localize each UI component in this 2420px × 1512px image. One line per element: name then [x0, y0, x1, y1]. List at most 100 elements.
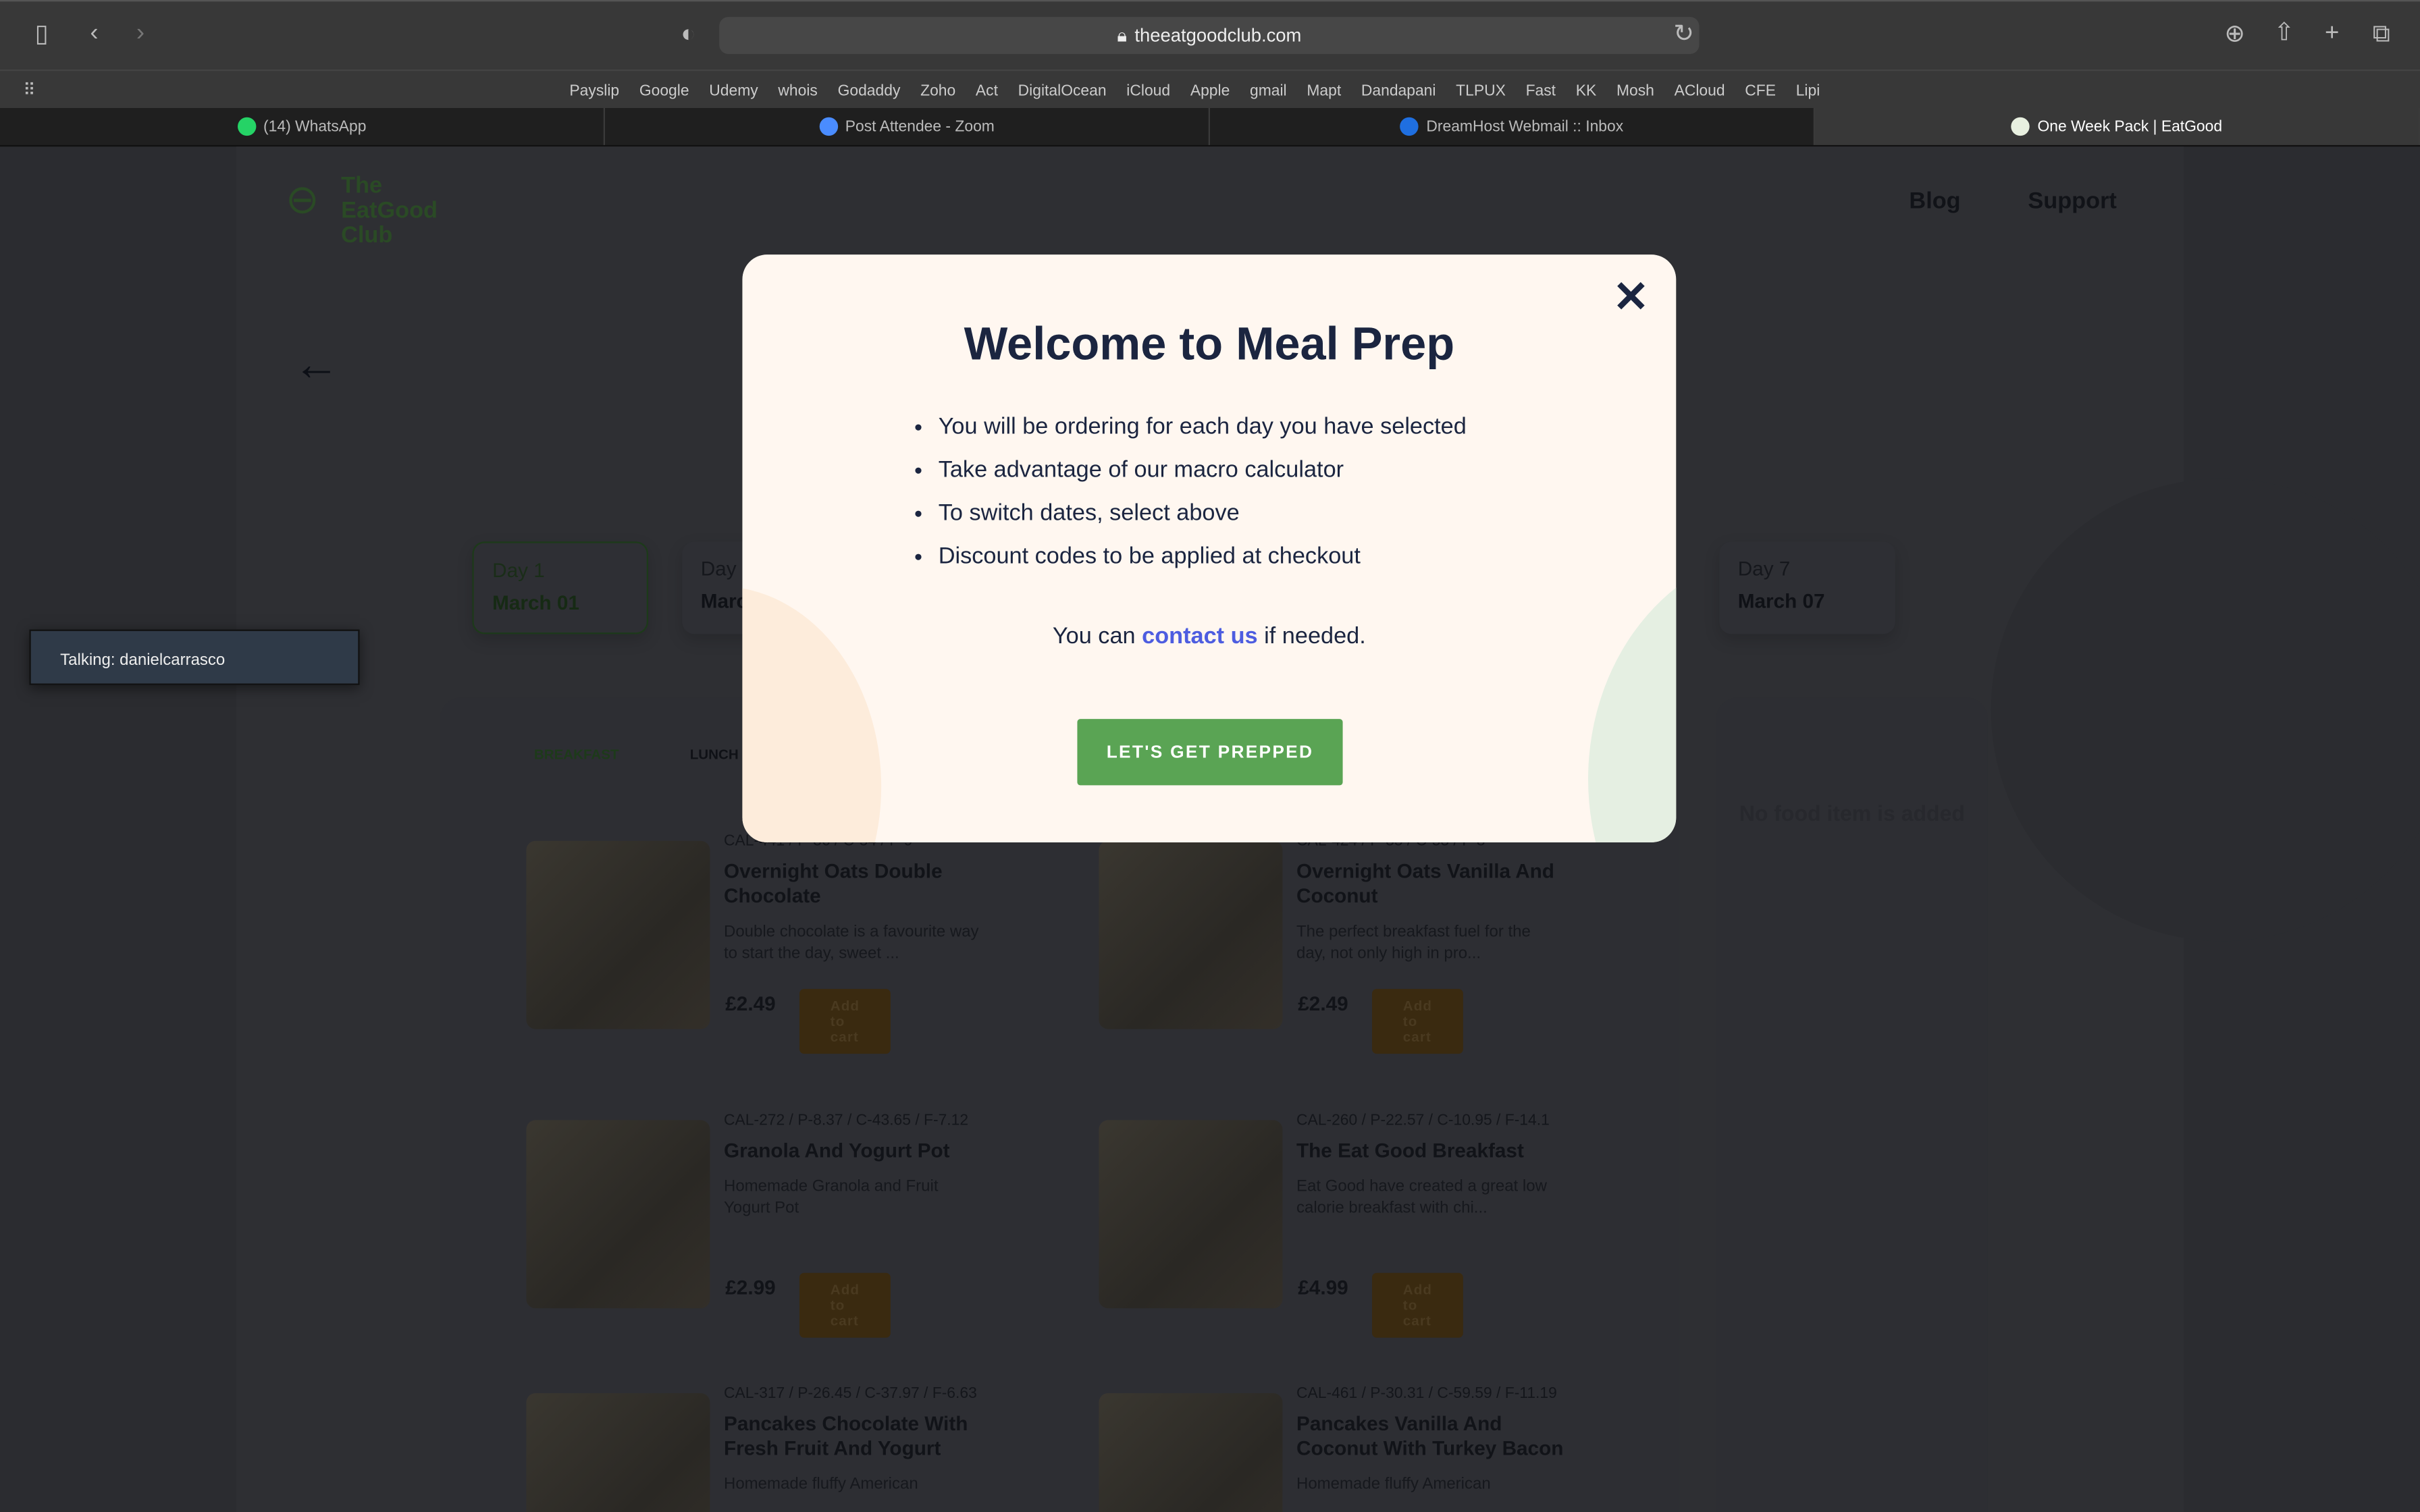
sidebar-toggle-icon[interactable]: ▯ [26, 22, 57, 48]
product-info: CAL-260 / P-22.57 / C-10.95 / F-14.1 The… [1296, 1112, 1605, 1219]
contact-us-link[interactable]: contact us [1142, 623, 1257, 649]
day-card-7[interactable]: Day 7 March 07 [1719, 541, 1895, 634]
product-image[interactable] [1099, 1393, 1283, 1512]
product-description: Homemade fluffy American [723, 1475, 918, 1494]
nav-blog[interactable]: Blog [1909, 188, 1960, 215]
browser-tab[interactable]: Post Attendee - Zoom [605, 107, 1210, 145]
privacy-shield-icon[interactable]: ◐ [673, 22, 704, 48]
product-image[interactable] [1099, 1120, 1283, 1309]
bookmarks-bar: ⠿ Payslip Google Udemy whois Godaddy Zoho Act D… [0, 69, 2420, 108]
modal-title: Welcome to Meal Prep [964, 319, 1455, 371]
product-info: CAL-272 / P-8.37 / C-43.65 / F-7.12 Gran… [724, 1112, 1032, 1219]
back-arrow-icon[interactable]: ← [293, 342, 340, 389]
product-price: £4.99 [1298, 1276, 1348, 1299]
product-name[interactable]: Pancakes Vanilla And Coconut With Turkey… [1296, 1411, 1574, 1461]
contact-note: You can contact us if needed. [742, 623, 1676, 649]
bullet-item: You will be ordering for each day you ha… [939, 414, 1467, 457]
bookmark-item[interactable]: Udemy [709, 83, 758, 100]
bookmark-item[interactable]: Google [639, 83, 689, 100]
product-name[interactable]: Pancakes Chocolate With Fresh Fruit And … [724, 1411, 1001, 1461]
downloads-icon[interactable]: ⊕ [2219, 22, 2251, 48]
bookmark-item[interactable]: CFE [1745, 83, 1776, 100]
product-name[interactable]: The Eat Good Breakfast [1296, 1139, 1574, 1164]
product-name[interactable]: Overnight Oats Vanilla And Coconut [1296, 859, 1574, 909]
favicon-icon [237, 117, 256, 136]
product-description: Homemade Granola and Fruit Yogurt Pot [723, 1177, 939, 1218]
bookmark-item[interactable]: Mapt [1307, 83, 1341, 100]
bookmark-item[interactable]: DigitalOcean [1018, 83, 1107, 100]
bookmark-item[interactable]: iCloud [1126, 83, 1170, 100]
add-to-cart-button[interactable]: Add to cart [799, 989, 891, 1054]
day-date: March 01 [492, 591, 579, 614]
bookmark-item[interactable]: gmail [1250, 83, 1287, 100]
welcome-modal: ✕ Welcome to Meal Prep You will be order… [742, 254, 1677, 842]
nav-support[interactable]: Support [2028, 188, 2116, 215]
bookmark-item[interactable]: Zoho [920, 83, 955, 100]
cart-panel: No food item is added [1716, 697, 1988, 1512]
apps-grid-icon[interactable]: ⠿ [14, 79, 45, 104]
tab-label: (14) WhatsApp [263, 117, 367, 135]
bullet-item: Take advantage of our macro calculator [939, 457, 1467, 500]
get-prepped-button[interactable]: LET'S GET PREPPED [1077, 719, 1343, 786]
add-to-cart-button[interactable]: Add to cart [1371, 1272, 1463, 1338]
forward-icon[interactable]: › [125, 21, 156, 47]
bookmark-item[interactable]: Apple [1190, 83, 1230, 100]
tab-overview-icon[interactable]: ⧉ [2366, 22, 2397, 48]
close-icon[interactable]: ✕ [1613, 275, 1650, 319]
bookmark-item[interactable]: ACloud [1675, 83, 1725, 100]
product-info: CAL-461 / P-30.31 / C-59.59 / F-11.19 Pa… [1296, 1386, 1605, 1495]
add-to-cart-button[interactable]: Add to cart [799, 1272, 891, 1338]
product-name[interactable]: Overnight Oats Double Chocolate [724, 859, 1001, 909]
bookmark-item[interactable]: KK [1576, 83, 1597, 100]
tab-bar: (14) WhatsApp Post Attendee - Zoom DreamHo… [0, 107, 2420, 147]
bookmark-item[interactable]: TLPUX [1456, 83, 1506, 100]
product-macros: CAL-461 / P-30.31 / C-59.59 / F-11.19 [1296, 1385, 1557, 1403]
bookmark-item[interactable]: Lipi [1796, 83, 1820, 100]
note-text: if needed. [1264, 623, 1366, 650]
bookmark-item[interactable]: Mosh [1616, 83, 1654, 100]
new-tab-icon[interactable]: + [2317, 21, 2348, 47]
product-description: The perfect breakfast fuel for the day, … [1296, 922, 1531, 963]
browser-window: ▯ ‹ › ◐ 🔒︎ theeatgoodclub.com ↻ ⊕ ⇧ + ⧉ … [0, 0, 2420, 1512]
reload-icon[interactable]: ↻ [1668, 22, 1700, 48]
browser-tab[interactable]: One Week Pack | EatGood [1814, 107, 2420, 145]
bookmark-item[interactable]: Payslip [569, 83, 619, 100]
address-bar[interactable]: 🔒︎ theeatgoodclub.com [719, 17, 1700, 54]
product-macros: CAL-317 / P-26.45 / C-37.97 / F-6.63 [723, 1385, 977, 1403]
product-image[interactable] [526, 840, 710, 1029]
back-icon[interactable]: ‹ [79, 21, 110, 47]
favicon-icon [2011, 117, 2030, 136]
product-price: £2.49 [725, 992, 776, 1015]
tab-breakfast[interactable]: BREAKFAST [534, 747, 619, 762]
tab-lunch[interactable]: LUNCH [690, 747, 739, 762]
bookmark-item[interactable]: Dandapani [1361, 83, 1436, 100]
tab-label: One Week Pack | EatGood [2037, 117, 2223, 135]
product-image[interactable] [1099, 840, 1283, 1029]
day-label: Day 7 [1737, 557, 1791, 580]
empty-cart-text: No food item is added [1739, 801, 1965, 826]
bookmark-list: Payslip Google Udemy whois Godaddy Zoho Act Dig… [569, 83, 1820, 100]
product-image[interactable] [526, 1393, 710, 1512]
browser-tab[interactable]: DreamHost Webmail :: Inbox [1210, 107, 1815, 145]
product-image[interactable] [526, 1120, 710, 1309]
product-info: CAL-441 / P-36 / C-54 / F-9 Overnight Oa… [724, 833, 1032, 964]
add-to-cart-button[interactable]: Add to cart [1371, 989, 1463, 1054]
day-label: Day 1 [492, 558, 545, 582]
product-description: Eat Good have created a great low calori… [1296, 1177, 1547, 1218]
bookmark-item[interactable]: Godaddy [838, 83, 901, 100]
bookmark-item[interactable]: Act [976, 83, 998, 100]
bullet-item: Discount codes to be applied at checkout [939, 543, 1467, 587]
browser-tab[interactable]: (14) WhatsApp [0, 107, 605, 145]
favicon-icon [1400, 117, 1419, 136]
share-icon[interactable]: ⇧ [2269, 21, 2300, 47]
day-card-1[interactable]: Day 1 March 01 [472, 541, 648, 634]
favicon-icon [818, 117, 838, 136]
product-name[interactable]: Granola And Yogurt Pot [724, 1139, 1001, 1164]
product-price: £2.49 [1298, 992, 1348, 1015]
site-logo[interactable]: ⊖ The EatGood Club [286, 169, 471, 248]
tab-label: Post Attendee - Zoom [845, 117, 995, 135]
product-description: Double chocolate is a favourite way to s… [723, 922, 979, 963]
day-date: March 07 [1737, 589, 1825, 613]
bookmark-item[interactable]: Fast [1526, 83, 1556, 100]
bookmark-item[interactable]: whois [778, 83, 817, 100]
